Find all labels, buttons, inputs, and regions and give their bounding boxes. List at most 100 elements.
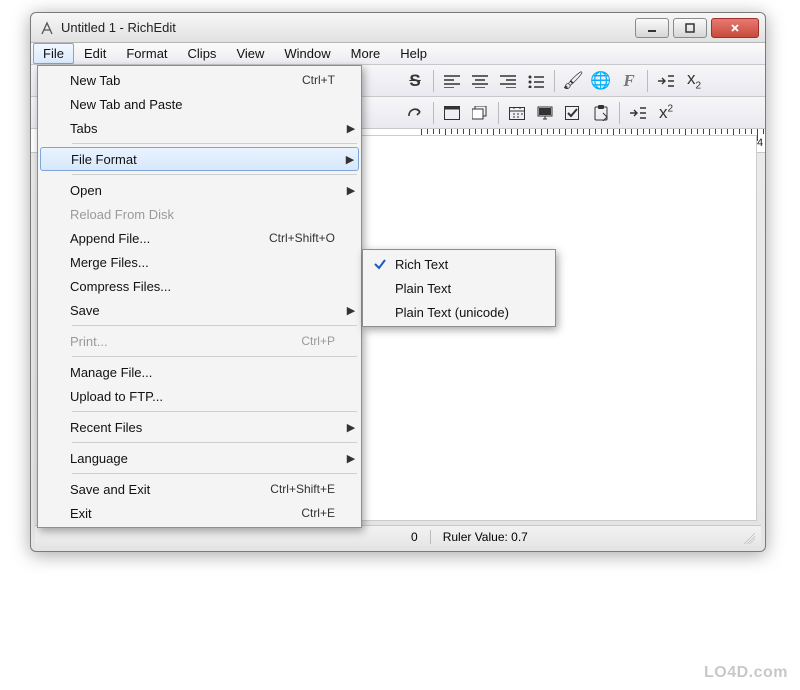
menu-separator [72, 143, 357, 144]
menu-clips[interactable]: Clips [178, 43, 227, 64]
file-format-submenu: Rich Text Plain Text Plain Text (unicode) [362, 249, 556, 327]
window-button[interactable] [438, 100, 466, 126]
submenu-item-label: Plain Text [395, 281, 553, 296]
menu-item-merge-files[interactable]: Merge Files... [40, 250, 359, 274]
menu-item-label: Save [70, 303, 253, 318]
redo-button[interactable] [401, 100, 429, 126]
menu-item-new-tab[interactable]: New TabCtrl+T [40, 68, 359, 92]
monitor-button[interactable] [531, 100, 559, 126]
align-right-button[interactable] [494, 68, 522, 94]
statusbar: 0 Ruler Value: 0.7 [35, 525, 761, 547]
menu-file[interactable]: File [33, 43, 74, 64]
resize-grip[interactable] [741, 530, 755, 544]
menu-item-label: Recent Files [70, 420, 253, 435]
file-menu-dropdown: New TabCtrl+TNew Tab and PasteTabs▶File … [37, 65, 362, 528]
font-f-button[interactable]: F [615, 68, 643, 94]
menubar: FileEditFormatClipsViewWindowMoreHelp [31, 43, 765, 65]
subscript-button[interactable]: x2 [680, 68, 708, 94]
menu-separator [72, 174, 357, 175]
watermark: LO4D.com [704, 664, 788, 682]
menu-item-shortcut: Ctrl+Shift+O [253, 231, 343, 245]
indent-button[interactable] [652, 68, 680, 94]
submenu-item-plain-text-unicode[interactable]: Plain Text (unicode) [365, 300, 553, 324]
menu-item-label: New Tab [70, 73, 253, 88]
menu-item-label: Exit [70, 506, 253, 521]
menu-item-label: Save and Exit [70, 482, 253, 497]
toolbar-separator [554, 70, 555, 92]
menu-item-manage-file[interactable]: Manage File... [40, 360, 359, 384]
submenu-arrow-icon: ▶ [342, 153, 358, 166]
align-left-button[interactable] [438, 68, 466, 94]
toolbar-separator [433, 70, 434, 92]
menu-item-label: Append File... [70, 231, 253, 246]
submenu-arrow-icon: ▶ [343, 122, 359, 135]
menu-item-recent-files[interactable]: Recent Files ▶ [40, 415, 359, 439]
menu-help[interactable]: Help [390, 43, 437, 64]
menu-item-label: Reload From Disk [70, 207, 253, 222]
superscript-button[interactable]: x2 [652, 100, 680, 126]
menu-item-label: Language [70, 451, 253, 466]
check-icon [365, 300, 395, 324]
calendar-button[interactable] [503, 100, 531, 126]
menu-item-language[interactable]: Language ▶ [40, 446, 359, 470]
menu-item-open[interactable]: Open▶ [40, 178, 359, 202]
menu-item-reload-from-disk: Reload From Disk [40, 202, 359, 226]
menu-item-save-and-exit[interactable]: Save and ExitCtrl+Shift+E [40, 477, 359, 501]
toolbar-separator [433, 102, 434, 124]
window-title: Untitled 1 - RichEdit [61, 20, 176, 35]
menu-item-label: Upload to FTP... [70, 389, 253, 404]
menu-item-tabs[interactable]: Tabs ▶ [40, 116, 359, 140]
menu-item-shortcut: Ctrl+E [253, 506, 343, 520]
maximize-button[interactable] [673, 18, 707, 38]
submenu-item-rich-text[interactable]: Rich Text [365, 252, 553, 276]
brush-button[interactable]: 🖌 [559, 68, 587, 94]
stack-button[interactable] [466, 100, 494, 126]
list-button[interactable] [522, 68, 550, 94]
app-icon [39, 20, 55, 36]
menu-item-compress-files[interactable]: Compress Files... [40, 274, 359, 298]
menu-separator [72, 442, 357, 443]
menu-item-new-tab-and-paste[interactable]: New Tab and Paste [40, 92, 359, 116]
check-icon [365, 252, 395, 276]
menu-item-exit[interactable]: ExitCtrl+E [40, 501, 359, 525]
menu-separator [72, 325, 357, 326]
submenu-item-plain-text[interactable]: Plain Text [365, 276, 553, 300]
status-ruler: Ruler Value: 0.7 [443, 530, 528, 544]
submenu-arrow-icon: ▶ [343, 452, 359, 465]
menu-item-file-format[interactable]: File Format ▶ [40, 147, 359, 171]
menu-item-label: New Tab and Paste [70, 97, 253, 112]
strike-button[interactable]: S [401, 68, 429, 94]
menu-separator [72, 356, 357, 357]
menu-item-label: File Format [71, 152, 252, 167]
indent-button[interactable] [624, 100, 652, 126]
menu-separator [72, 411, 357, 412]
menu-item-label: Print... [70, 334, 253, 349]
submenu-arrow-icon: ▶ [343, 421, 359, 434]
menu-item-label: Compress Files... [70, 279, 253, 294]
menu-item-save[interactable]: Save▶ [40, 298, 359, 322]
submenu-item-label: Rich Text [395, 257, 553, 272]
close-button[interactable] [711, 18, 759, 38]
menu-window[interactable]: Window [274, 43, 340, 64]
status-separator [430, 530, 431, 544]
menu-view[interactable]: View [226, 43, 274, 64]
menu-item-print: Print...Ctrl+P [40, 329, 359, 353]
minimize-button[interactable] [635, 18, 669, 38]
globe-button[interactable]: 🌐 [587, 68, 615, 94]
submenu-arrow-icon: ▶ [343, 184, 359, 197]
window-controls [635, 18, 759, 38]
check-button[interactable] [559, 100, 587, 126]
menu-item-label: Merge Files... [70, 255, 253, 270]
menu-item-label: Tabs [70, 121, 253, 136]
menu-more[interactable]: More [341, 43, 391, 64]
submenu-item-label: Plain Text (unicode) [395, 305, 553, 320]
menu-separator [72, 473, 357, 474]
menu-item-shortcut: Ctrl+Shift+E [253, 482, 343, 496]
align-center-button[interactable] [466, 68, 494, 94]
menu-item-append-file[interactable]: Append File...Ctrl+Shift+O [40, 226, 359, 250]
menu-edit[interactable]: Edit [74, 43, 116, 64]
menu-format[interactable]: Format [116, 43, 177, 64]
menu-item-upload-to-ftp[interactable]: Upload to FTP... [40, 384, 359, 408]
paste-button[interactable] [587, 100, 615, 126]
menu-item-shortcut: Ctrl+T [253, 73, 343, 87]
